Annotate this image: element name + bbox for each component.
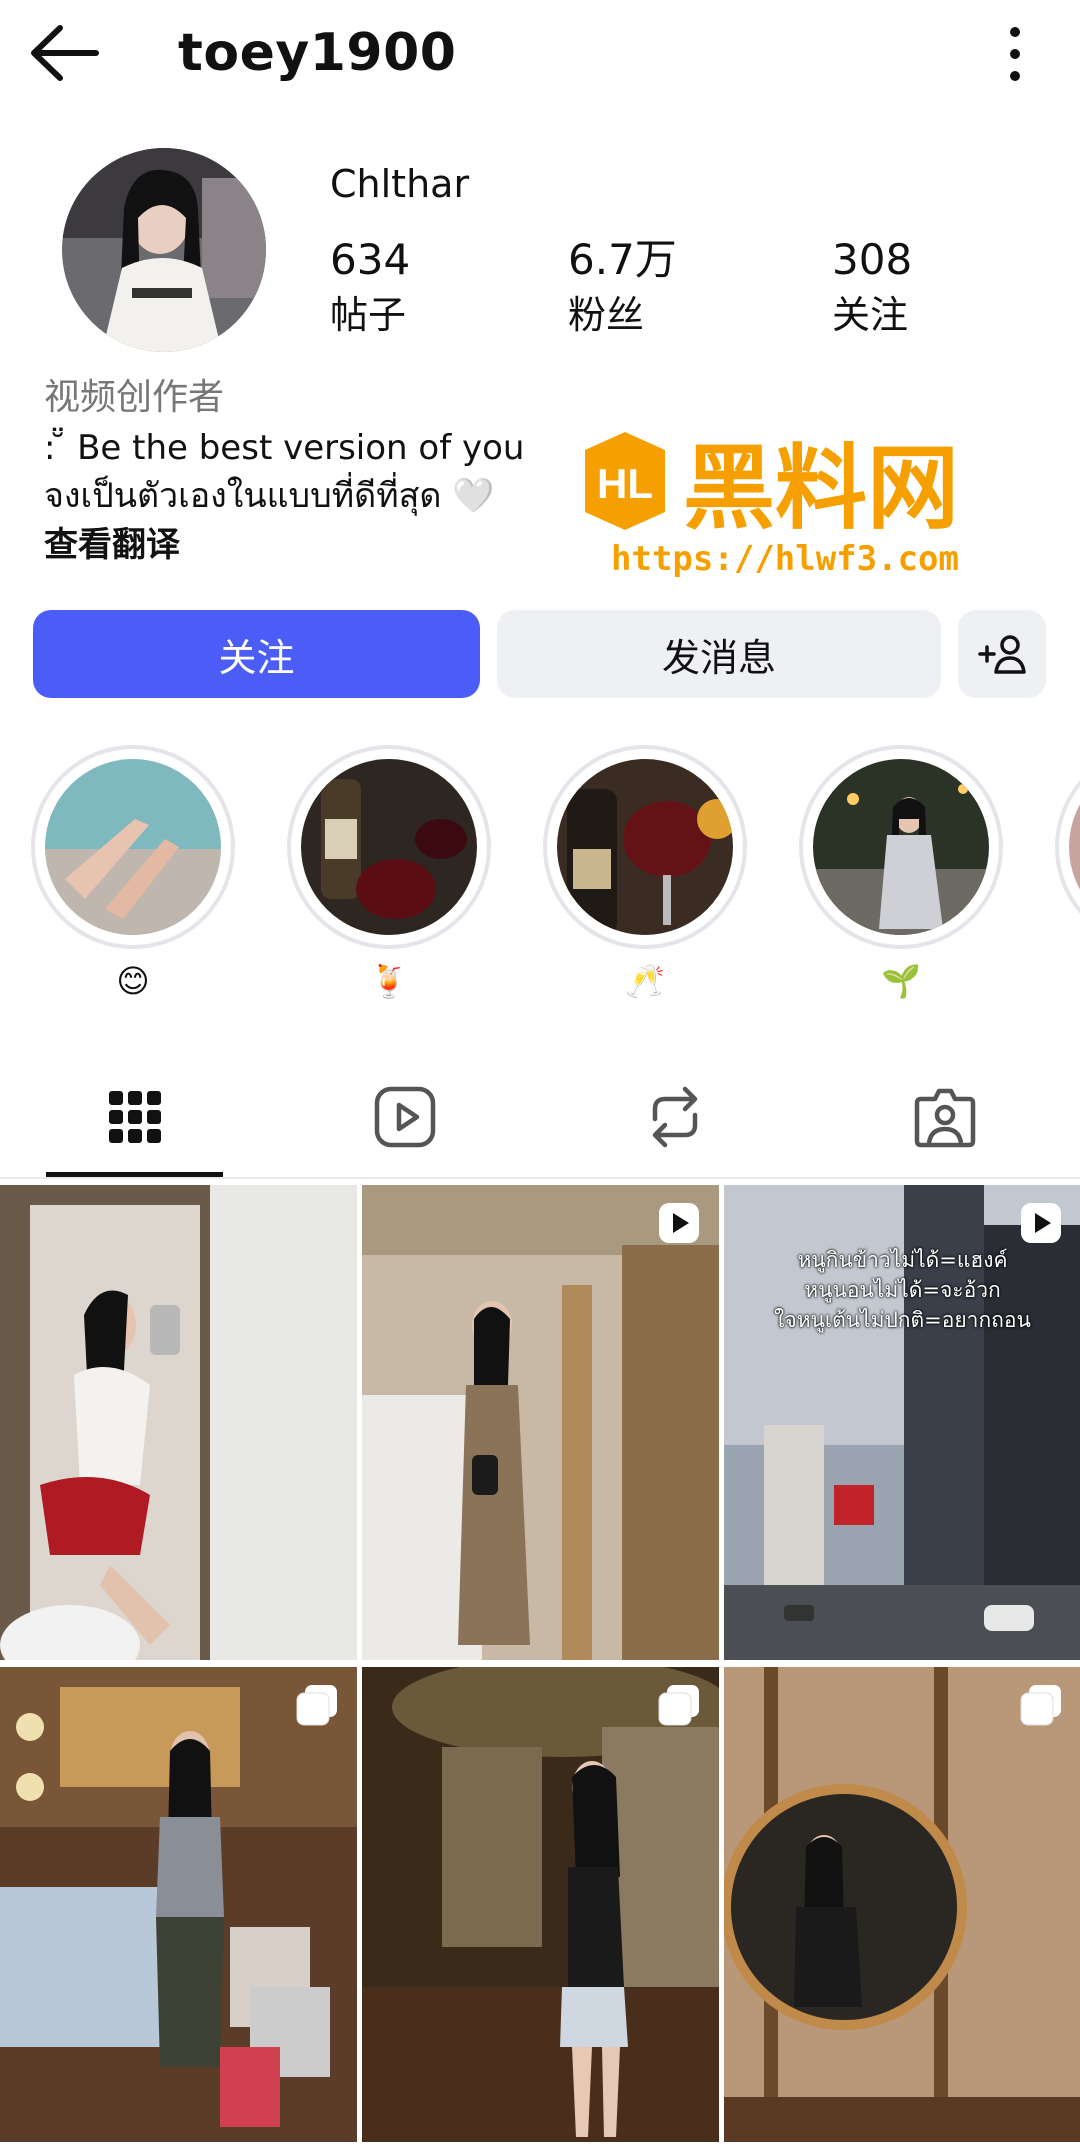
tab-posts-grid[interactable] (0, 1055, 270, 1179)
repost-icon (652, 1086, 698, 1148)
profile-bio: 视频创作者 : ̆̈ Be the best version of you จง… (44, 372, 664, 570)
highlight-ring (287, 745, 491, 949)
highlight-label: 🌱 (881, 962, 921, 1000)
highlight-thumbnail (813, 759, 989, 935)
highlight-thumbnail (1069, 759, 1080, 935)
highlight-thumbnail (557, 759, 733, 935)
posts-label: 帖子 (330, 293, 407, 337)
highlight-ring (799, 745, 1003, 949)
vertical-dots-icon (1010, 27, 1020, 81)
highlight-item[interactable]: 🥂 (542, 745, 748, 1001)
bio-line-1: : ̆̈ Be the best version of you (44, 428, 525, 468)
caption-line: หนูนอนไม่ได้=จะอ้วก (804, 1278, 1001, 1302)
highlight-ring (31, 745, 235, 949)
message-button[interactable]: 发消息 (497, 610, 941, 698)
more-options-button[interactable] (990, 22, 1040, 86)
carousel-icon (296, 1685, 337, 1726)
highlight-label: 🍹 (369, 962, 409, 1000)
suggested-accounts-button[interactable] (958, 610, 1046, 698)
post-thumbnail[interactable] (362, 1667, 719, 2142)
see-translation-link[interactable]: 查看翻译 (44, 520, 664, 570)
highlight-label: 🥂 (625, 962, 665, 1000)
posts-stat[interactable]: 634 帖子 (330, 232, 410, 342)
active-tab-indicator (46, 1172, 223, 1177)
highlight-thumbnail (45, 759, 221, 935)
followers-count: 6.7万 (568, 235, 677, 284)
top-bar: toey1900 (0, 0, 1080, 110)
display-name: Chlthar (330, 162, 470, 206)
following-label: 关注 (832, 293, 909, 337)
profile-avatar[interactable] (62, 148, 266, 352)
tab-reposts[interactable] (540, 1055, 810, 1179)
highlight-ring (1055, 745, 1080, 949)
reel-icon (1021, 1203, 1061, 1243)
highlight-label: 😊 (116, 962, 150, 1000)
follow-button[interactable]: 关注 (33, 610, 480, 698)
post-thumbnail[interactable] (0, 1185, 357, 1660)
posts-grid: หนูกินข้าวไม่ได้=แฮงค์ หนูนอนไม่ได้=จะอ้… (0, 1185, 1080, 2147)
watermark-url: https://hlwf3.com (611, 539, 959, 579)
watermark-overlay: HL 黑料网 https://hlwf3.com (585, 420, 1030, 580)
posts-count: 634 (330, 235, 411, 284)
grid-icon (109, 1091, 161, 1143)
arrow-left-icon (31, 25, 99, 81)
carousel-icon (1020, 1685, 1061, 1726)
following-stat[interactable]: 308 关注 (832, 232, 912, 342)
followers-label: 粉丝 (568, 293, 645, 337)
post-thumbnail[interactable]: หนูกินข้าวไม่ได้=แฮงค์ หนูนอนไม่ได้=จะอ้… (724, 1185, 1080, 1660)
post-caption-overlay: หนูกินข้าวไม่ได้=แฮงค์ หนูนอนไม่ได้=จะอ้… (724, 1245, 1080, 1335)
highlight-item[interactable]: 🍹 (286, 745, 492, 1001)
back-button[interactable] (28, 20, 104, 86)
highlight-thumbnail (301, 759, 477, 935)
tab-tagged[interactable] (810, 1055, 1080, 1179)
tagged-person-icon (914, 1088, 976, 1148)
following-count: 308 (832, 235, 913, 284)
watermark-logo: HL (585, 432, 665, 530)
post-thumbnail[interactable] (0, 1667, 357, 2142)
svg-text:HL: HL (597, 460, 653, 507)
carousel-icon (658, 1685, 699, 1726)
reels-play-icon (374, 1086, 436, 1148)
highlight-item[interactable]: 😊 (30, 745, 236, 1001)
tab-reels[interactable] (270, 1055, 540, 1179)
highlight-ring (543, 745, 747, 949)
reel-icon (659, 1203, 699, 1243)
highlight-item[interactable]: 🌱 (798, 745, 1004, 1001)
bio-line-2: จงเป็นตัวเองในแบบที่ดีที่สุด 🤍 (44, 476, 495, 516)
highlight-item[interactable] (1054, 745, 1080, 949)
post-thumbnail[interactable] (362, 1185, 719, 1660)
story-highlights: 😊 🍹 🥂 🌱 (0, 745, 1080, 1005)
post-thumbnail[interactable] (724, 1667, 1080, 2142)
add-person-icon (978, 635, 1026, 674)
profile-username: toey1900 (178, 23, 457, 83)
caption-line: ใจหนูเต้นไม่ปกติ=อยากถอน (774, 1308, 1031, 1332)
watermark-title: 黑料网 (683, 435, 959, 542)
followers-stat[interactable]: 6.7万 粉丝 (568, 232, 677, 342)
bio-category: 视频创作者 (44, 377, 225, 418)
caption-line: หนูกินข้าวไม่ได้=แฮงค์ (797, 1248, 1008, 1272)
profile-tabs (0, 1055, 1080, 1179)
